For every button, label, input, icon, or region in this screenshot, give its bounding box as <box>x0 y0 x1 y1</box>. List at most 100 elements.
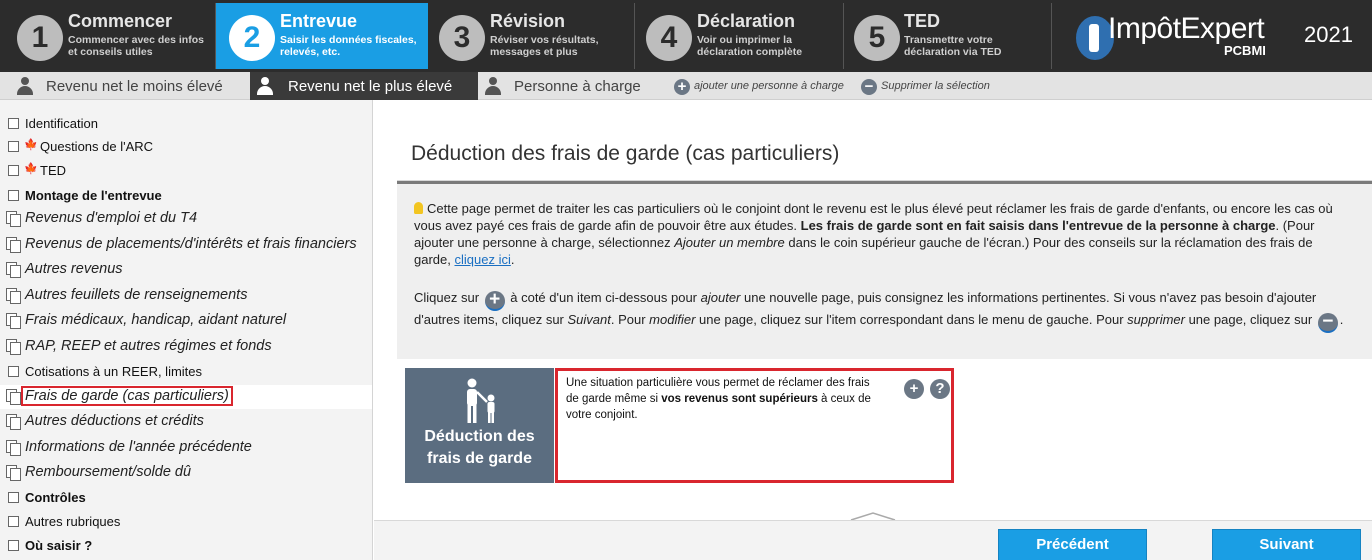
pages-icon <box>6 237 21 253</box>
minus-circle-icon: − <box>1317 312 1338 333</box>
instructions-paragraph: Cliquez sur + à coté d'un item ci-dessou… <box>414 289 1344 333</box>
page-title: Déduction des frais de garde (cas partic… <box>411 142 840 165</box>
tips-link[interactable]: cliquez ici <box>454 252 510 267</box>
info-paragraph: Cette page permet de traiter les cas par… <box>414 201 1333 267</box>
main-content: Déduction des frais de garde (cas partic… <box>374 100 1372 521</box>
sidebar-item-label: RAP, REEP et autres régimes et fonds <box>25 338 272 354</box>
checkbox-icon <box>8 118 19 129</box>
pages-icon <box>6 262 21 278</box>
sidebar-item-ted[interactable]: 🍁 TED <box>0 159 372 183</box>
pages-icon <box>6 339 21 355</box>
sidebar-item-label: Où saisir ? <box>25 538 93 553</box>
pages-icon <box>6 211 21 227</box>
pages-icon <box>6 389 21 405</box>
sidebar-item-autres-deductions[interactable]: Autres déductions et crédits <box>0 410 372 434</box>
sidebar-item-autres-rubriques[interactable]: Autres rubriques <box>0 510 372 534</box>
step-number: 4 <box>646 15 692 61</box>
step-number: 5 <box>854 15 900 61</box>
sidebar-item-label: Frais médicaux, handicap, aidant naturel <box>25 312 287 328</box>
sidebar-item-rap-reep[interactable]: RAP, REEP et autres régimes et fonds <box>0 335 372 359</box>
step-commencer[interactable]: 1 Commencer Commencer avec des infos et c… <box>0 3 216 69</box>
sidebar-item-label: Informations de l'année précédente <box>25 439 252 455</box>
sidebar-item-label: Identification <box>25 116 98 131</box>
step-subtitle: Commencer avec des infos et conseils util… <box>68 34 204 58</box>
tab-label: Revenu net le moins élevé <box>46 78 223 95</box>
sidebar-item-montage[interactable]: Montage de l'entrevue <box>0 184 372 208</box>
sidebar-item-ou-saisir[interactable]: Où saisir ? <box>0 534 372 558</box>
tab-personne-a-charge[interactable]: Personne à charge <box>478 72 658 100</box>
checkbox-icon <box>8 141 19 152</box>
step-title: Entrevue <box>280 11 358 31</box>
sidebar-item-label: Contrôles <box>25 490 86 505</box>
info-box: Cette page permet de traiter les cas par… <box>397 181 1372 359</box>
sidebar-item-label: Remboursement/solde dû <box>25 464 192 480</box>
step-subtitle: Réviser vos résultats, messages et plus <box>490 34 599 58</box>
sidebar-item-frais-de-garde[interactable]: Frais de garde (cas particuliers) <box>0 385 372 409</box>
step-declaration[interactable]: 4 Déclaration Voir ou imprimer la déclara… <box>635 3 844 69</box>
sidebar-item-label: Autres revenus <box>25 261 123 277</box>
pages-icon <box>6 313 21 329</box>
sidebar-item-questions-arc[interactable]: 🍁 Questions de l'ARC <box>0 135 372 159</box>
help-button[interactable]: ? <box>930 379 950 399</box>
tab-label: Personne à charge <box>514 78 641 95</box>
checkbox-icon <box>8 165 19 176</box>
step-title: Commencer <box>68 11 173 31</box>
step-entrevue[interactable]: 2 Entrevue Saisir les données fiscales, r… <box>216 3 428 69</box>
checkbox-icon <box>8 366 19 377</box>
sidebar-item-label: Revenus d'emploi et du T4 <box>25 210 198 226</box>
minus-circle-icon: − <box>861 79 877 95</box>
sidebar-item-annee-precedente[interactable]: Informations de l'année précédente <box>0 436 372 460</box>
previous-button[interactable]: Précédent <box>998 529 1147 560</box>
sidebar-item-remboursement[interactable]: Remboursement/solde dû <box>0 461 372 485</box>
plus-circle-icon: + <box>484 290 505 311</box>
sidebar-item-autres-revenus[interactable]: Autres revenus <box>0 258 372 282</box>
brand-name: ImpôtExpert <box>1108 12 1265 45</box>
childcare-deduction-card: Déduction des frais de garde Une situatio… <box>405 368 955 483</box>
sidebar-item-label: Autres rubriques <box>25 514 121 529</box>
brand-subname: PCBMI <box>1224 43 1266 58</box>
checkbox-icon <box>8 516 19 527</box>
bottom-nav-bar: Précédent Suivant <box>374 520 1372 560</box>
tile-label: Déduction des frais de garde <box>424 428 535 467</box>
childcare-deduction-tile[interactable]: Déduction des frais de garde <box>405 368 554 483</box>
step-ted[interactable]: 5 TED Transmettre votre déclaration via T… <box>844 3 1052 69</box>
sidebar-item-revenus-emploi[interactable]: Revenus d'emploi et du T4 <box>0 207 372 231</box>
card-description-text: Une situation particulière vous permet d… <box>566 377 871 421</box>
maple-leaf-icon: 🍁 <box>24 139 38 151</box>
sidebar-item-label: Autres feuillets de renseignements <box>25 287 248 303</box>
tab-revenu-plus-eleve[interactable]: Revenu net le plus élevé <box>250 72 478 100</box>
plus-circle-icon: + <box>674 79 690 95</box>
sidebar-item-controles[interactable]: Contrôles <box>0 486 372 510</box>
sidebar-item-frais-medicaux[interactable]: Frais médicaux, handicap, aidant naturel <box>0 309 372 333</box>
sidebar-item-label: Frais de garde (cas particuliers) <box>21 386 233 406</box>
sidebar-item-cotisations-reer[interactable]: Cotisations à un REER, limites <box>0 360 372 384</box>
person-icon <box>484 77 502 95</box>
checkbox-icon <box>8 540 19 551</box>
add-page-button[interactable]: + <box>904 379 924 399</box>
app-window: 1 Commencer Commencer avec des infos et c… <box>0 0 1372 560</box>
sidebar-item-autres-feuillets[interactable]: Autres feuillets de renseignements <box>0 284 372 308</box>
person-icon <box>256 77 274 95</box>
sidebar-item-identification[interactable]: Identification <box>0 112 372 136</box>
step-revision[interactable]: 3 Révision Réviser vos résultats, message… <box>428 3 635 69</box>
sidebar-item-label: TED <box>40 163 66 178</box>
sidebar-item-label: Revenus de placements/d'intérêts et frai… <box>25 236 357 252</box>
person-tab-bar: Revenu net le moins élevé Revenu net le … <box>0 72 1372 100</box>
add-dependant-label: ajouter une personne à charge <box>694 80 844 92</box>
pages-icon <box>6 440 21 456</box>
maple-leaf-icon: 🍁 <box>24 163 38 175</box>
checkbox-icon <box>8 492 19 503</box>
lightbulb-icon <box>414 202 423 214</box>
checkbox-icon <box>8 190 19 201</box>
sidebar-item-revenus-placements[interactable]: Revenus de placements/d'intérêts et frai… <box>0 233 372 257</box>
sidebar-item-label: Cotisations à un REER, limites <box>25 364 203 379</box>
pages-icon <box>6 288 21 304</box>
sidebar-item-label: Questions de l'ARC <box>40 139 154 154</box>
next-button[interactable]: Suivant <box>1212 529 1361 560</box>
tab-label: Revenu net le plus élevé <box>288 78 453 95</box>
step-number: 1 <box>17 15 63 61</box>
step-subtitle: Saisir les données fiscales, relevés, etc… <box>280 34 417 58</box>
remove-selection-label: Supprimer la sélection <box>881 80 990 92</box>
person-icon <box>16 77 34 95</box>
tab-revenu-moins-eleve[interactable]: Revenu net le moins élevé <box>0 72 250 100</box>
